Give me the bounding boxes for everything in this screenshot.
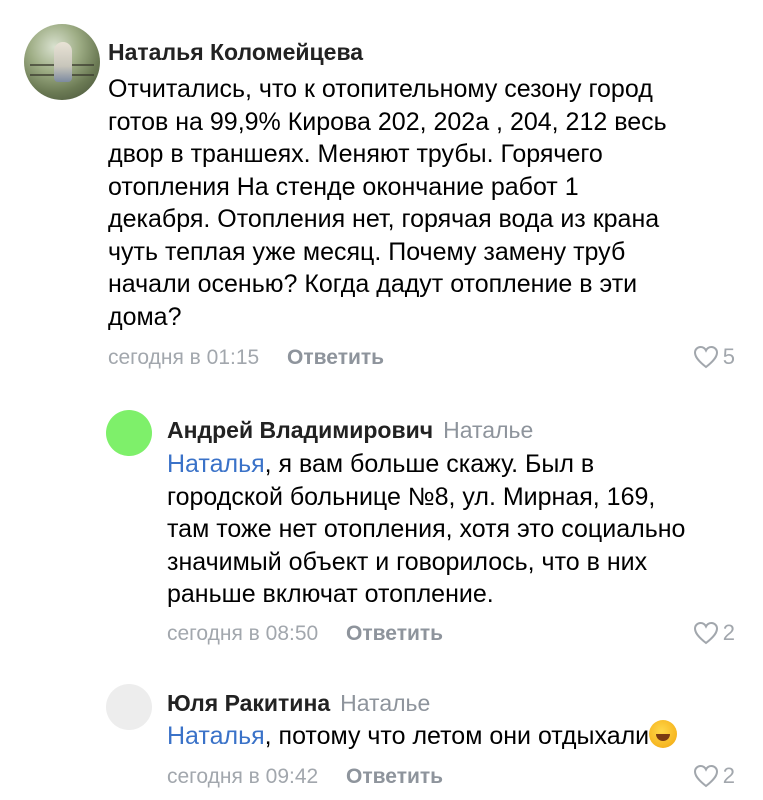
reply-button[interactable]: Ответить	[346, 622, 443, 645]
like-count: 2	[722, 620, 735, 645]
author-name[interactable]: Наталья Коломейцева	[108, 39, 363, 65]
laughing-emoji-icon	[649, 720, 678, 748]
comment-line: раньше включат отопление.	[167, 580, 494, 608]
like-button[interactable]: 2	[693, 620, 735, 646]
reply-to-label[interactable]: Наталье	[443, 417, 533, 443]
like-button[interactable]: 5	[693, 344, 735, 370]
timestamp: сегодня в 09:42	[167, 765, 319, 788]
comment-line: там тоже нет отопления, хотя это социаль…	[167, 515, 686, 543]
timestamp: сегодня в 08:50	[167, 622, 319, 645]
comment-line: декабря. Отопления нет, горячая вода из …	[108, 205, 660, 233]
heart-icon	[693, 345, 718, 369]
comment-line: готов на 99,9% Кирова 202, 202а , 204, 2…	[108, 107, 667, 136]
comment-author[interactable]: Наталья Коломейцева	[108, 39, 363, 66]
comment-author[interactable]: Андрей Владимирович Наталье	[167, 417, 533, 444]
avatar[interactable]	[106, 410, 152, 456]
avatar[interactable]	[24, 24, 100, 100]
avatar-photo-person	[54, 42, 72, 82]
heart-icon	[693, 764, 718, 788]
comment-meta: сегодня в 08:50 Ответить	[167, 622, 443, 646]
reply-button[interactable]: Ответить	[346, 765, 443, 788]
comment-line: Наталья, я вам больше скажу. Был в	[167, 448, 685, 481]
like-button[interactable]: 2	[693, 763, 735, 789]
heart-icon	[693, 621, 718, 645]
avatar[interactable]	[106, 684, 152, 730]
comment-line: чуть теплая уже месяц. Почему замену тру…	[108, 237, 626, 266]
comment-line: начали осенью? Когда дадут отопление в э…	[108, 270, 638, 298]
comment-author[interactable]: Юля Ракитина Наталье	[167, 690, 430, 717]
comment-text: Отчитались, что к отопительному сезону г…	[108, 73, 667, 333]
comment-text: Наталья, потому что летом они отдыхали	[167, 720, 678, 753]
like-count: 2	[722, 763, 735, 788]
comment-line: значимый объект и говорилось, что в них	[167, 547, 648, 576]
like-count: 5	[722, 344, 735, 369]
comment-line: двор в траншеях. Меняют трубы. Горячего	[108, 140, 603, 168]
mention-link[interactable]: Наталья	[167, 722, 265, 750]
author-name[interactable]: Юля Ракитина	[167, 690, 330, 716]
author-name[interactable]: Андрей Владимирович	[167, 417, 433, 443]
timestamp: сегодня в 01:15	[108, 346, 260, 369]
comment-text: Наталья, я вам больше скажу. Был в город…	[167, 448, 685, 611]
comment-meta: сегодня в 09:42 Ответить	[167, 765, 443, 789]
comment-line: дома?	[108, 302, 182, 331]
mention-link[interactable]: Наталья	[167, 450, 265, 478]
comment-meta: сегодня в 01:15 Ответить	[108, 346, 384, 370]
reply-button[interactable]: Ответить	[287, 346, 384, 369]
comment-line-text: , потому что летом они отдыхали	[264, 722, 650, 750]
comment-line: отопления На стенде окончание работ 1	[108, 172, 579, 201]
comment-line: городской больнице №8, ул. Мирная, 169,	[167, 482, 656, 511]
reply-to-label[interactable]: Наталье	[340, 690, 430, 716]
comment-line: Отчитались, что к отопительному сезону г…	[108, 75, 653, 103]
comment-line-text: , я вам больше скажу. Был в	[264, 450, 595, 478]
comment-line: Наталья, потому что летом они отдыхали	[167, 720, 678, 753]
